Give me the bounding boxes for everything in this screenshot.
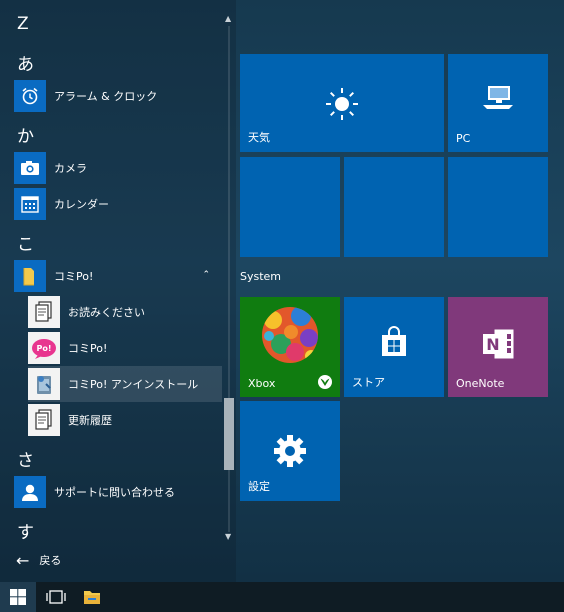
back-arrow-icon: ←	[16, 550, 30, 570]
uninstall-icon	[28, 368, 60, 400]
back-label: 戻る	[39, 554, 62, 567]
scroll-thumb[interactable]	[224, 398, 234, 470]
tile-weather[interactable]: 天気	[240, 54, 444, 152]
tile-settings[interactable]: 設定	[240, 401, 340, 501]
group-letter-a[interactable]: あ	[17, 50, 34, 75]
onenote-icon: N	[481, 327, 517, 361]
group-letter-su[interactable]: す	[17, 518, 34, 543]
xbox-icon	[316, 373, 334, 391]
tile-xbox[interactable]: Xbox	[240, 297, 340, 397]
back-button[interactable]: ← 戻る	[14, 550, 61, 570]
app-label: サポートに問い合わせる	[54, 486, 175, 499]
tile-pc[interactable]: PC	[448, 54, 548, 152]
tile-label: ストア	[352, 376, 385, 389]
tile-label: 設定	[248, 480, 270, 493]
app-label: カメラ	[54, 162, 87, 175]
app-item-comipo-uninstall[interactable]: コミPo! アンインストール	[28, 366, 222, 402]
tile-label: OneNote	[456, 377, 505, 390]
app-label: アラーム & クロック	[54, 90, 158, 103]
sun-icon	[322, 84, 362, 124]
comipo-icon: Po!	[28, 332, 60, 364]
app-label: お読みください	[68, 306, 145, 319]
app-label: コミPo! アンインストール	[68, 378, 199, 391]
start-menu: Z あ か こ さ す アラーム & クロック カメラ カレンダー コミPo! …	[0, 0, 564, 582]
app-label: コミPo!	[68, 342, 108, 355]
app-label: カレンダー	[54, 198, 109, 211]
store-bag-icon	[377, 325, 411, 359]
group-letter-ko[interactable]: こ	[17, 230, 34, 255]
tile-label: PC	[456, 132, 471, 145]
svg-text:Po!: Po!	[36, 344, 51, 353]
chevron-up-icon[interactable]: ⌃	[202, 270, 210, 280]
app-list-scrollbar[interactable]: ▲ ▼	[224, 14, 234, 542]
xbox-avatar-image	[261, 306, 319, 364]
app-label: コミPo!	[54, 270, 94, 283]
document-icon	[28, 296, 60, 328]
app-item-alarm-clock[interactable]: アラーム & クロック	[14, 78, 222, 114]
group-letter-z[interactable]: Z	[17, 14, 29, 34]
alarm-clock-icon	[14, 80, 46, 112]
calendar-icon	[14, 188, 46, 220]
file-explorer-icon[interactable]	[74, 582, 110, 612]
group-letter-ka[interactable]: か	[17, 122, 34, 147]
support-person-icon	[14, 476, 46, 508]
computer-icon	[478, 82, 518, 112]
svg-text:N: N	[486, 335, 499, 354]
tile-group-label[interactable]: System	[240, 270, 281, 283]
taskbar	[0, 582, 564, 612]
tile-onenote[interactable]: N OneNote	[448, 297, 548, 397]
app-item-camera[interactable]: カメラ	[14, 150, 222, 186]
windows-start-icon[interactable]	[0, 582, 36, 612]
gear-icon	[270, 431, 310, 471]
app-item-calendar[interactable]: カレンダー	[14, 186, 222, 222]
tile-empty-3[interactable]	[448, 157, 548, 257]
app-item-readme[interactable]: お読みください	[28, 294, 222, 330]
tile-label: 天気	[248, 131, 270, 144]
tile-label: Xbox	[248, 377, 276, 390]
tile-store[interactable]: ストア	[344, 297, 444, 397]
scroll-up-arrow-icon[interactable]: ▲	[225, 14, 231, 23]
document-icon	[28, 404, 60, 436]
tile-empty-1[interactable]	[240, 157, 340, 257]
app-item-update-history[interactable]: 更新履歴	[28, 402, 222, 438]
tile-empty-2[interactable]	[344, 157, 444, 257]
folder-icon	[14, 260, 46, 292]
scroll-down-arrow-icon[interactable]: ▼	[225, 532, 231, 541]
app-label: 更新履歴	[68, 414, 112, 427]
app-folder-comipo[interactable]: コミPo! ⌃	[14, 258, 222, 294]
app-item-comipo[interactable]: Po! コミPo!	[28, 330, 222, 366]
group-letter-sa[interactable]: さ	[17, 446, 34, 471]
task-view-icon[interactable]	[38, 582, 74, 612]
camera-icon	[14, 152, 46, 184]
app-item-contact-support[interactable]: サポートに問い合わせる	[14, 474, 222, 510]
